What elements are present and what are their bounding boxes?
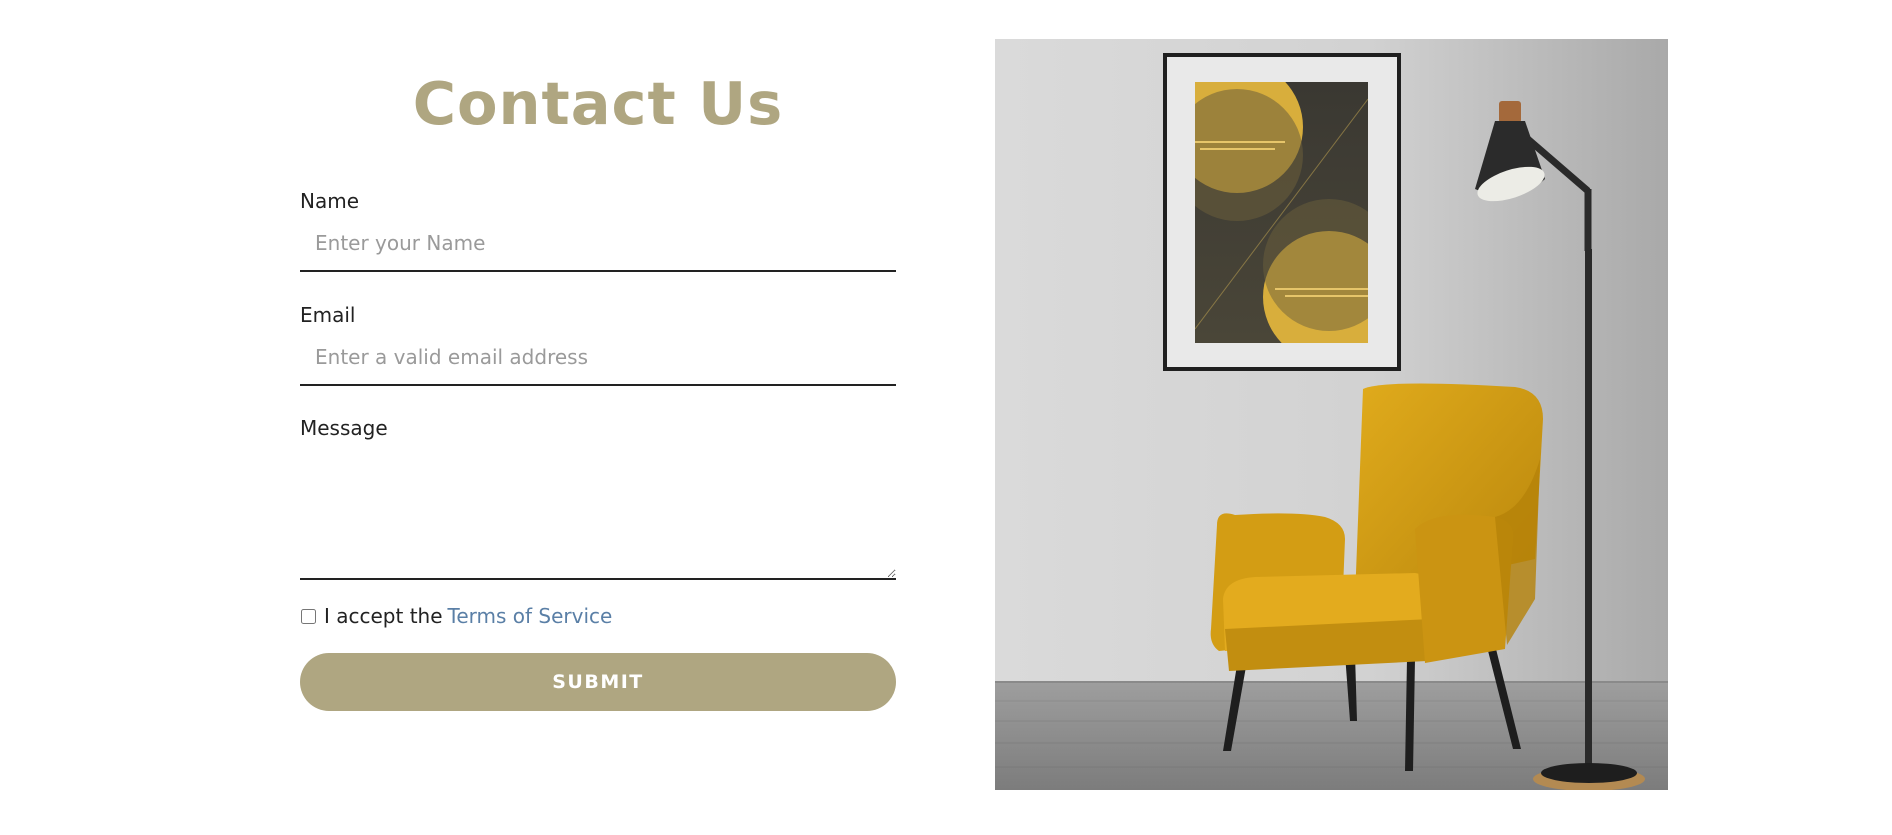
email-input[interactable]: [300, 329, 896, 386]
terms-of-service-link[interactable]: Terms of Service: [448, 604, 613, 628]
framed-art: [1163, 53, 1401, 371]
page-title: Contact Us: [412, 69, 784, 138]
message-textarea[interactable]: [300, 442, 896, 580]
email-label: Email: [300, 303, 356, 327]
message-label: Message: [300, 416, 388, 440]
terms-row: I accept the Terms of Service: [300, 602, 896, 630]
hero-photo: [995, 39, 1668, 790]
submit-button[interactable]: SUBMIT: [300, 653, 896, 711]
name-label: Name: [300, 189, 360, 213]
contact-form: Contact Us Name Email Message I accept t…: [300, 38, 896, 711]
terms-text: I accept the: [324, 604, 443, 628]
name-input[interactable]: [300, 215, 896, 272]
terms-checkbox[interactable]: [301, 608, 316, 624]
